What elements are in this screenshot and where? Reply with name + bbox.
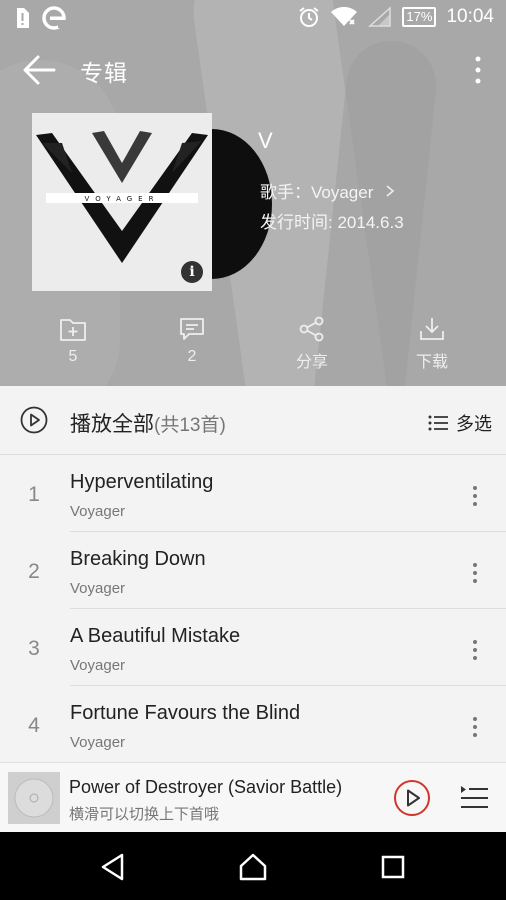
album-actions: 5 2 分享 下载 [0,316,506,376]
nav-home-icon[interactable] [238,852,268,882]
now-playing-title: Power of Destroyer (Savior Battle) [69,777,343,797]
system-navigation-bar [0,832,506,900]
play-all-label: 播放全部 [70,413,154,436]
nav-recents-icon[interactable] [378,852,408,882]
multi-select-button[interactable]: 多选 [428,410,492,436]
page-title: 专辑 [80,60,128,86]
release-date-line: 发行时间: 2014.6.3 [260,208,404,233]
collect-button[interactable]: 5 [38,316,108,366]
status-bar: 17% 10:04 [0,0,506,34]
add-folder-icon [60,319,86,341]
mini-player-disc-icon [8,772,60,824]
cover-band-text: VOYAGER [85,195,160,203]
artist-link[interactable]: Voyager [311,183,373,202]
song-row[interactable]: 1 Hyperventilating Voyager [0,455,506,532]
chevron-right-icon [386,185,395,197]
song-index: 1 [28,483,40,506]
song-title: Breaking Down [70,548,206,570]
song-artist: Voyager [70,580,126,597]
song-more-icon[interactable] [472,485,478,507]
app-bar: 专辑 [0,40,506,100]
comment-count: 2 [187,348,197,365]
wifi-icon [331,6,358,26]
song-more-icon[interactable] [472,562,478,584]
swipe-hint: 横滑可以切换上下首哦 [69,806,220,823]
share-button[interactable]: 分享 [277,316,347,372]
album-cover-area[interactable]: VOYAGER i [32,113,272,291]
list-icon [428,415,448,431]
song-artist: Voyager [70,657,126,674]
release-date: 2014.6.3 [337,213,404,232]
song-title: Fortune Favours the Blind [70,702,301,724]
play-all-bar: 播放全部(共13首) 多选 [0,386,506,455]
album-title: V [258,128,273,153]
song-index: 2 [28,560,40,583]
song-more-icon[interactable] [472,716,478,738]
song-row[interactable]: 4 Fortune Favours the Blind Voyager [0,686,506,763]
song-artist: Voyager [70,734,126,751]
song-artist: Voyager [70,503,126,520]
mini-player[interactable]: Power of Destroyer (Savior Battle) 横滑可以切… [0,762,506,833]
play-all-button[interactable]: 播放全部(共13首) [70,408,226,438]
song-row[interactable]: 3 A Beautiful Mistake Voyager [0,609,506,686]
multi-select-label: 多选 [456,414,492,434]
play-button-icon[interactable] [393,779,431,817]
collect-count: 5 [68,348,78,365]
battery-indicator: 17% [402,7,437,27]
share-icon [299,316,324,342]
info-icon[interactable]: i [181,261,203,283]
artist-label: 歌手： [260,183,311,202]
song-title: A Beautiful Mistake [70,625,241,647]
download-label: 下载 [415,354,448,371]
share-label: 分享 [295,354,328,371]
sim-alert-icon [17,8,29,28]
artist-line[interactable]: 歌手：Voyager [260,178,396,203]
song-index: 3 [28,637,40,660]
download-icon [420,318,444,340]
release-label: 发行时间: [260,213,333,232]
comment-button[interactable]: 2 [157,316,227,366]
alarm-icon [299,7,320,27]
comment-icon [180,318,204,340]
overflow-menu-icon[interactable] [470,54,486,86]
song-title: Hyperventilating [70,471,214,493]
song-more-icon[interactable] [472,639,478,661]
song-index: 4 [28,714,40,737]
browser-e-icon [42,6,66,30]
nav-back-icon[interactable] [98,852,128,882]
back-arrow-icon[interactable] [20,52,58,88]
album-cover[interactable]: VOYAGER i [32,113,212,291]
song-count: (共13首) [154,415,226,436]
signal-icon [368,6,392,27]
play-circle-icon[interactable] [20,406,48,434]
clock: 10:04 [446,6,494,27]
song-row[interactable]: 2 Breaking Down Voyager [0,532,506,609]
download-button[interactable]: 下载 [397,316,467,372]
playlist-queue-icon[interactable] [458,783,490,813]
